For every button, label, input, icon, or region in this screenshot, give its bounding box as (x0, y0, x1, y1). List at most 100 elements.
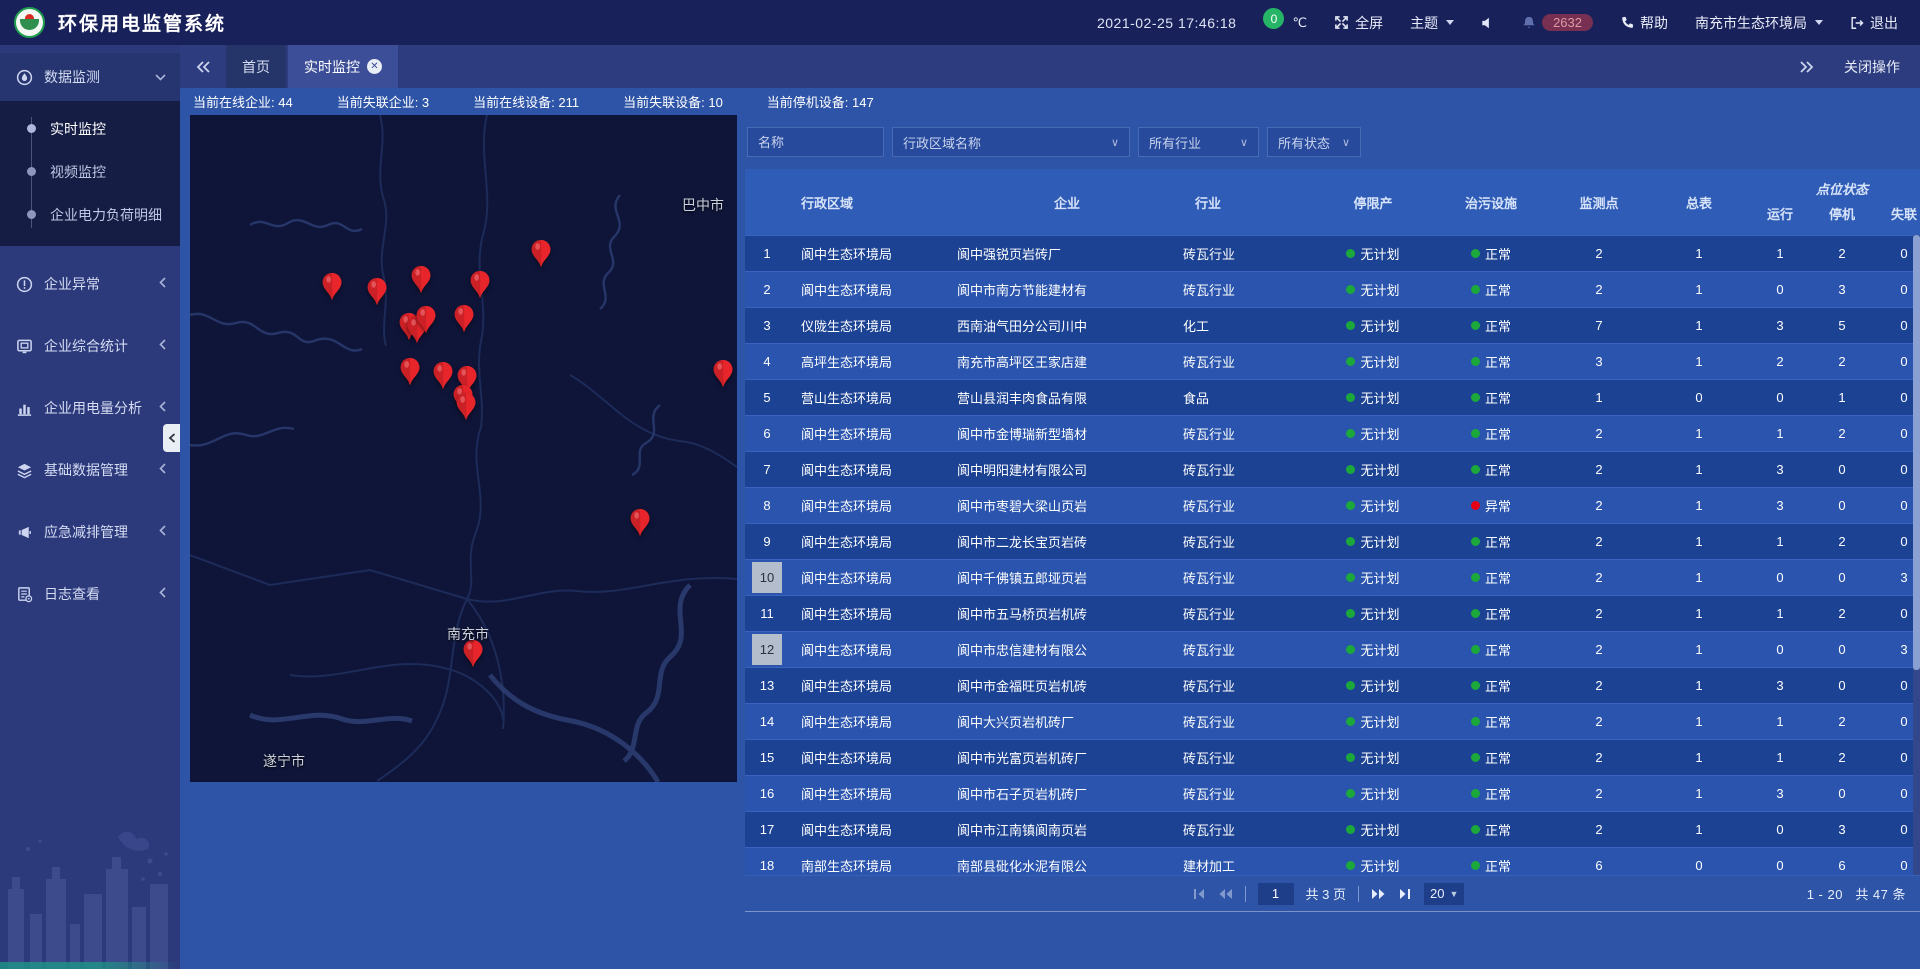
table-scrollbar[interactable] (1913, 235, 1920, 875)
sidebar-subitem-1[interactable]: 视频监控 (0, 150, 180, 193)
cell-down-count: 0 (1811, 786, 1873, 801)
cell-stop-status: 无计划 (1313, 424, 1433, 443)
cell-run-count: 1 (1749, 246, 1811, 261)
cell-facility-status: 异常 (1433, 496, 1549, 515)
cell-point-status: 120 (1749, 750, 1920, 765)
sidebar-item-3[interactable]: 企业用电量分析 (0, 384, 180, 432)
table-row[interactable]: 8阆中生态环境局阆中市枣碧大梁山页岩砖瓦行业无计划异常21300 (745, 487, 1920, 523)
cell-monitor-count: 2 (1549, 570, 1649, 585)
cell-total-meter: 1 (1649, 570, 1749, 585)
table-row[interactable]: 10阆中生态环境局阆中千佛镇五郎垭页岩砖瓦行业无计划正常21003 (745, 559, 1920, 595)
chevron-down-icon (155, 70, 166, 84)
table-row[interactable]: 6阆中生态环境局阆中市金博瑞新型墙材砖瓦行业无计划正常21120 (745, 415, 1920, 451)
cell-total-meter: 1 (1649, 642, 1749, 657)
table-row[interactable]: 13阆中生态环境局阆中市金福旺页岩机砖砖瓦行业无计划正常21300 (745, 667, 1920, 703)
page-size-select[interactable]: 20 ▼ (1424, 883, 1464, 905)
first-page-button[interactable] (1192, 888, 1206, 900)
table-row[interactable]: 16阆中生态环境局阆中市石子页岩机砖厂砖瓦行业无计划正常21300 (745, 775, 1920, 811)
table-row[interactable]: 1阆中生态环境局阆中强锐页岩砖厂砖瓦行业无计划正常21120 (745, 235, 1920, 271)
close-operations-button[interactable]: 关闭操作 (1844, 57, 1900, 77)
map-panel[interactable]: 巴中市南充市遂宁市 (190, 115, 737, 782)
sidebar-subitem-0[interactable]: 实时监控 (0, 107, 180, 150)
prev-page-button[interactable] (1218, 888, 1233, 900)
table-row[interactable]: 15阆中生态环境局阆中市光富页岩机砖厂砖瓦行业无计划正常21120 (745, 739, 1920, 775)
cell-company: 阆中市石子页岩机砖厂 (957, 784, 1183, 803)
green-dot-icon (1346, 717, 1355, 726)
table-row[interactable]: 7阆中生态环境局阆中明阳建材有限公司砖瓦行业无计划正常21300 (745, 451, 1920, 487)
next-page-button[interactable] (1371, 888, 1386, 900)
green-dot-icon (1346, 249, 1355, 258)
industry-filter-select[interactable]: 所有行业 ∨ (1138, 127, 1259, 157)
page-number-input[interactable] (1258, 883, 1294, 905)
tab-0[interactable]: 首页 (226, 45, 286, 88)
name-filter-field[interactable] (747, 127, 884, 157)
sidebar-item-2[interactable]: 企业综合统计 (0, 322, 180, 370)
cell-industry: 砖瓦行业 (1183, 244, 1313, 263)
cell-region: 阆中生态环境局 (789, 820, 957, 839)
green-dot-icon (1471, 357, 1480, 366)
cell-total-meter: 1 (1649, 318, 1749, 333)
org-menu-button[interactable]: 南充市生态环境局 (1695, 13, 1823, 33)
sidebar-item-6[interactable]: 日志查看 (0, 570, 180, 618)
region-filter-select[interactable]: 行政区域名称 ∨ (892, 127, 1130, 157)
sidebar-item-4[interactable]: 基础数据管理 (0, 446, 180, 494)
cell-total-meter: 1 (1649, 498, 1749, 513)
table-row[interactable]: 11阆中生态环境局阆中市五马桥页岩机砖砖瓦行业无计划正常21120 (745, 595, 1920, 631)
table-row[interactable]: 9阆中生态环境局阆中市二龙长宝页岩砖砖瓦行业无计划正常21120 (745, 523, 1920, 559)
chevron-down-icon: ∨ (1342, 136, 1350, 149)
col-header-monitor: 监测点 (1549, 169, 1649, 235)
cell-region: 阆中生态环境局 (789, 424, 957, 443)
cell-industry: 化工 (1183, 316, 1313, 335)
table-row[interactable]: 3仪陇生态环境局西南油气田分公司川中化工无计划正常71350 (745, 307, 1920, 343)
tab-close-icon[interactable]: ✕ (367, 59, 382, 74)
table-row[interactable]: 18南部生态环境局南部县砒化水泥有限公建材加工无计划正常60060 (745, 847, 1920, 875)
status-filter-select[interactable]: 所有状态 ∨ (1267, 127, 1361, 157)
name-filter-input[interactable] (758, 135, 873, 150)
mute-button[interactable] (1481, 16, 1495, 30)
chevron-down-icon (1446, 20, 1454, 25)
cell-total-meter: 1 (1649, 354, 1749, 369)
sidebar-item-0[interactable]: 数据监测 (0, 53, 180, 101)
scrollbar-thumb[interactable] (1913, 235, 1920, 670)
notification-widget[interactable]: 2632 (1522, 14, 1593, 31)
last-page-button[interactable] (1398, 888, 1412, 900)
tabs-scroll-left-button[interactable] (180, 45, 226, 88)
sidebar-collapse-button[interactable] (163, 424, 180, 452)
cell-company: 阆中明阳建材有限公司 (957, 460, 1183, 479)
tab-1[interactable]: 实时监控✕ (288, 45, 398, 88)
map-city-label-南充市: 南充市 (447, 624, 489, 644)
double-chevron-right-icon[interactable] (1800, 61, 1814, 73)
cell-total-meter: 1 (1649, 282, 1749, 297)
cell-down-count: 3 (1811, 282, 1873, 297)
table-row[interactable]: 2阆中生态环境局阆中市南方节能建材有砖瓦行业无计划正常21030 (745, 271, 1920, 307)
cell-total-meter: 1 (1649, 246, 1749, 261)
table-row[interactable]: 4高坪生态环境局南充市高坪区王家店建砖瓦行业无计划正常31220 (745, 343, 1920, 379)
cell-region: 阆中生态环境局 (789, 748, 957, 767)
cell-region: 阆中生态环境局 (789, 712, 957, 731)
sidebar-subitem-2[interactable]: 企业电力负荷明细 (0, 193, 180, 236)
sidebar-item-5[interactable]: 应急减排管理 (0, 508, 180, 556)
cell-monitor-count: 2 (1549, 786, 1649, 801)
table-row[interactable]: 5营山生态环境局营山县润丰肉食品有限食品无计划正常10010 (745, 379, 1920, 415)
fullscreen-button[interactable]: 全屏 (1334, 13, 1383, 33)
cell-company: 阆中强锐页岩砖厂 (957, 244, 1183, 263)
green-dot-icon (1346, 789, 1355, 798)
table-row[interactable]: 12阆中生态环境局阆中市忠信建材有限公砖瓦行业无计划正常21003 (745, 631, 1920, 667)
logout-button[interactable]: 退出 (1850, 13, 1898, 33)
sidebar-item-1[interactable]: 企业异常 (0, 260, 180, 308)
col-group-point-status: 点位状态 运行 停机 失联 (1749, 169, 1920, 235)
help-button[interactable]: 帮助 (1620, 13, 1668, 33)
cell-company: 南充市高坪区王家店建 (957, 352, 1183, 371)
chevron-down-icon: ▼ (1449, 889, 1458, 899)
cell-run-count: 0 (1749, 822, 1811, 837)
green-dot-icon (1471, 645, 1480, 654)
cell-stop-status: 无计划 (1313, 352, 1433, 371)
alert-circle-icon (16, 276, 33, 293)
table-row[interactable]: 17阆中生态环境局阆中市江南镇阆南页岩砖瓦行业无计划正常21030 (745, 811, 1920, 847)
table-row[interactable]: 14阆中生态环境局阆中大兴页岩机砖厂砖瓦行业无计划正常21120 (745, 703, 1920, 739)
cell-facility-status: 正常 (1433, 424, 1549, 443)
chevron-down-icon: ∨ (1240, 136, 1248, 149)
green-dot-icon (1471, 285, 1480, 294)
green-dot-icon (1346, 861, 1355, 870)
theme-menu-button[interactable]: 主题 (1410, 13, 1454, 33)
